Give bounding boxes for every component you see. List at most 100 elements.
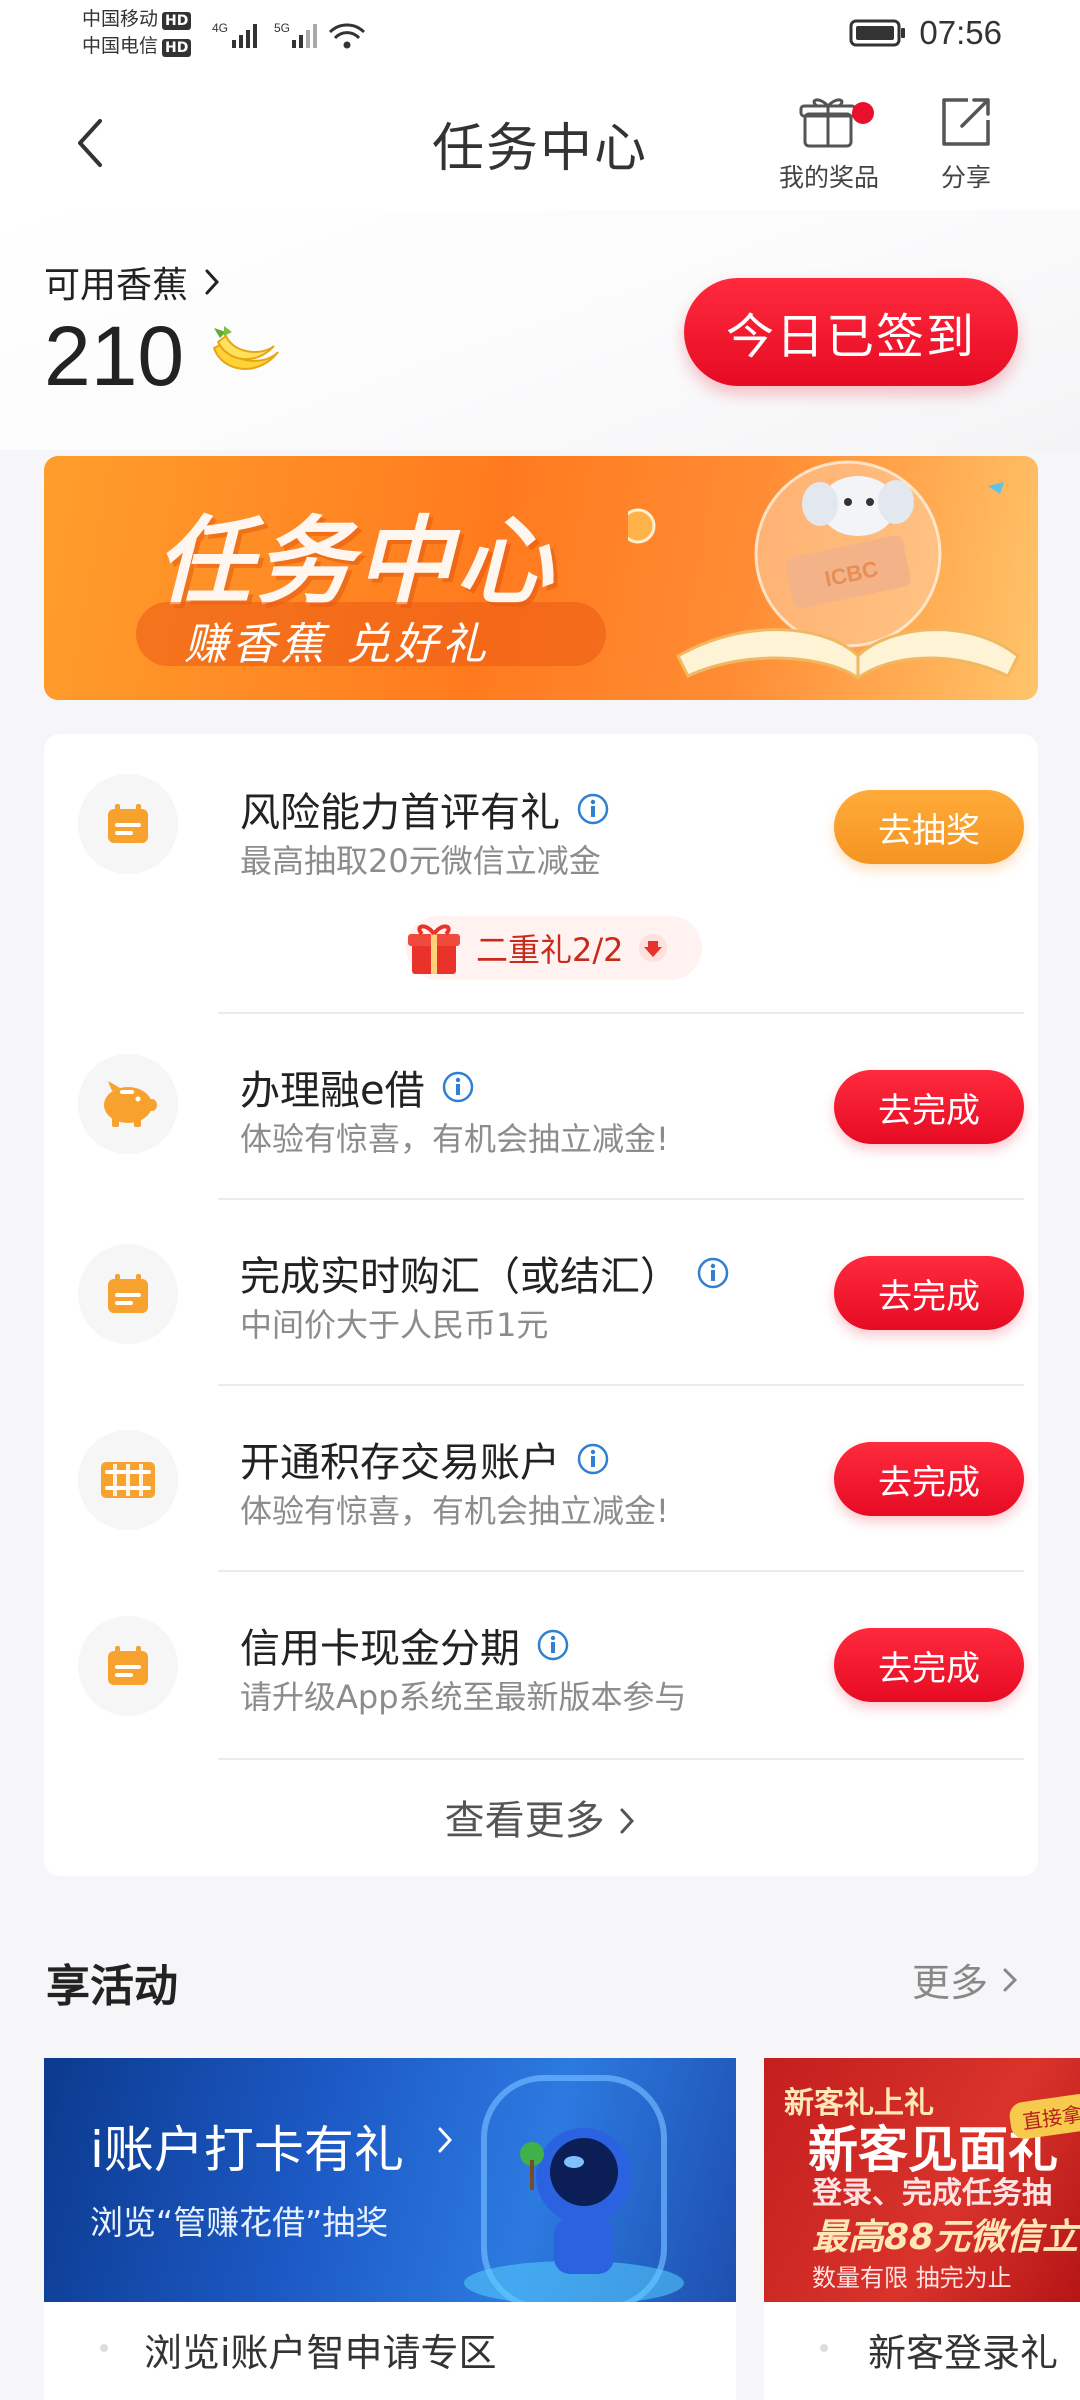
chevron-right-icon — [620, 1808, 635, 1834]
activity-image-line: 最高88元微信立 — [812, 2217, 1079, 2258]
task-item: 开通积存交易账户 体验有惊喜，有机会抽立减金! 去完成 — [44, 1386, 1038, 1572]
chevron-right-icon — [1003, 1968, 1018, 1991]
banana-balance-label: 可用香蕉 — [44, 265, 189, 306]
chevron-right-icon — [205, 269, 220, 295]
complete-task-button[interactable]: 去完成 — [834, 1442, 1024, 1516]
task-title: 完成实时购汇（或结汇） — [240, 1244, 730, 1302]
complete-task-button[interactable]: 去完成 — [834, 1256, 1024, 1330]
task-title: 办理融e借 — [240, 1058, 475, 1116]
svg-text:5G: 5G — [274, 21, 290, 35]
task-title-text: 风险能力首评有礼 — [240, 790, 560, 836]
activity-caption: 浏览i账户智申请专区 — [144, 2331, 497, 2375]
view-more-tasks-link[interactable]: 查看更多 — [44, 1788, 1038, 1846]
task-title: 开通积存交易账户 — [240, 1430, 610, 1488]
banana-icon — [212, 326, 279, 370]
task-icon-wrap — [78, 1616, 178, 1716]
task-description: 请升级App系统至最新版本参与 — [240, 1678, 687, 1716]
signal-icon: 4G 5G — [212, 21, 366, 49]
bullet-dot — [820, 2344, 828, 2352]
carrier-info: 中国移动 HD 中国电信 HD — [82, 6, 192, 60]
calendar-icon — [108, 1274, 148, 1313]
task-item: 信用卡现金分期 请升级App系统至最新版本参与 去完成 — [44, 1572, 1038, 1758]
bullet-dot — [100, 2344, 108, 2352]
double-gift-badge[interactable]: 二重礼2/2 — [406, 916, 702, 980]
piggy-bank-icon — [104, 1081, 157, 1127]
divider — [218, 1758, 1024, 1760]
view-more-label: 查看更多 — [444, 1798, 605, 1844]
task-icon-wrap — [78, 1244, 178, 1344]
task-description: 最高抽取20元微信立减金 — [240, 842, 601, 880]
task-center-page: 中国移动 HD 中国电信 HD 4G 5G 07:56 任务中心 我的奖品 分享… — [0, 0, 1080, 2400]
task-item: 风险能力首评有礼 最高抽取20元微信立减金 去抽奖 二重礼2/2 — [44, 734, 1038, 1014]
gold-bars-icon — [101, 1462, 155, 1498]
page-title: 任务中心 — [431, 119, 648, 179]
hd-badge: HD — [162, 12, 192, 30]
my-prizes-label: 我的奖品 — [778, 163, 879, 192]
balance-area: 可用香蕉 210 今日已签到 — [0, 210, 1080, 450]
info-icon[interactable] — [576, 792, 610, 826]
task-description: 体验有惊喜，有机会抽立减金! — [240, 1120, 669, 1158]
info-icon[interactable] — [696, 1256, 730, 1290]
task-description: 中间价大于人民币1元 — [240, 1306, 549, 1344]
task-icon-wrap — [78, 1430, 178, 1530]
activity-image-subtitle: 浏览“管赚花借”抽奖 — [90, 2203, 389, 2242]
status-bar: 中国移动 HD 中国电信 HD 4G 5G 07:56 — [0, 0, 1080, 70]
activities-more-label: 更多 — [911, 1961, 988, 2005]
info-icon[interactable] — [536, 1628, 570, 1662]
red-gift-icon — [408, 924, 460, 974]
status-right: 07:56 — [849, 14, 1002, 52]
task-title-text: 完成实时购汇（或结汇） — [240, 1254, 680, 1300]
complete-task-button[interactable]: 去完成 — [834, 1070, 1024, 1144]
task-title-text: 信用卡现金分期 — [240, 1626, 520, 1672]
task-description: 体验有惊喜，有机会抽立减金! — [240, 1492, 669, 1530]
share-button[interactable]: 分享 — [922, 94, 1010, 194]
elephant-book-illustration: ICBC — [628, 460, 1020, 680]
activity-card[interactable]: 新客礼上礼 新客见面礼 直接拿 登录、完成任务抽 最高88元微信立 数量有限 抽… — [764, 2058, 1080, 2400]
task-title: 风险能力首评有礼 — [240, 780, 610, 838]
battery-icon — [849, 19, 906, 47]
notification-dot — [852, 102, 874, 124]
activity-card[interactable]: i账户打卡有礼 浏览“管赚花借”抽奖 浏览i账户智申请专区 — [44, 2058, 736, 2400]
carrier-1: 中国移动 — [82, 8, 159, 30]
task-icon-wrap — [78, 1054, 178, 1154]
activities-heading: 享活动 — [46, 1961, 178, 2012]
activity-image: i账户打卡有礼 浏览“管赚花借”抽奖 — [44, 2058, 736, 2302]
share-icon — [942, 98, 990, 146]
activity-image-line: 登录、完成任务抽 — [812, 2176, 1052, 2211]
task-center-banner[interactable]: 任务中心 赚香蕉 兑好礼 ICBC — [44, 456, 1038, 700]
task-title-text: 开通积存交易账户 — [240, 1440, 560, 1486]
my-prizes-button[interactable]: 我的奖品 — [770, 94, 888, 194]
header: 任务中心 我的奖品 分享 — [0, 70, 1080, 210]
activities-more-link[interactable]: 更多 — [912, 1952, 1018, 2007]
checked-in-button[interactable]: 今日已签到 — [684, 278, 1018, 386]
share-label: 分享 — [940, 163, 991, 192]
activity-image-title: i账户打卡有礼 — [90, 2121, 404, 2179]
activity-badge: 直接拿 — [1007, 2092, 1080, 2141]
task-icon-wrap — [78, 774, 178, 874]
task-item: 办理融e借 体验有惊喜，有机会抽立减金! 去完成 — [44, 1014, 1038, 1200]
task-item: 完成实时购汇（或结汇） 中间价大于人民币1元 去完成 — [44, 1200, 1038, 1386]
carrier-2: 中国电信 — [82, 35, 159, 57]
info-icon[interactable] — [576, 1442, 610, 1476]
activity-image-line: 数量有限 抽完为止 — [812, 2264, 1012, 2292]
info-icon[interactable] — [441, 1070, 475, 1104]
banner-subtitle: 赚香蕉 兑好礼 — [184, 619, 490, 670]
arrow-down-icon — [638, 934, 667, 962]
banana-balance-link[interactable]: 可用香蕉 — [44, 256, 221, 308]
activity-caption: 新客登录礼 — [868, 2331, 1059, 2375]
hd-badge: HD — [162, 39, 192, 57]
task-list-card: 风险能力首评有礼 最高抽取20元微信立减金 去抽奖 二重礼2/2 办理融e借 体… — [44, 734, 1038, 1876]
clock: 07:56 — [919, 14, 1002, 51]
svg-text:4G: 4G — [212, 21, 228, 35]
task-title-text: 办理融e借 — [240, 1068, 425, 1114]
calendar-icon — [108, 804, 148, 843]
double-gift-label: 二重礼2/2 — [476, 931, 624, 969]
calendar-icon — [108, 1646, 148, 1685]
complete-task-button[interactable]: 去完成 — [834, 1628, 1024, 1702]
task-title: 信用卡现金分期 — [240, 1616, 570, 1674]
draw-lottery-button[interactable]: 去抽奖 — [834, 790, 1024, 864]
chevron-right-icon — [438, 2127, 453, 2153]
activity-image: 新客礼上礼 新客见面礼 直接拿 登录、完成任务抽 最高88元微信立 数量有限 抽… — [764, 2058, 1080, 2302]
banana-balance-value: 210 — [44, 309, 185, 403]
gift-box-icon — [799, 98, 857, 148]
